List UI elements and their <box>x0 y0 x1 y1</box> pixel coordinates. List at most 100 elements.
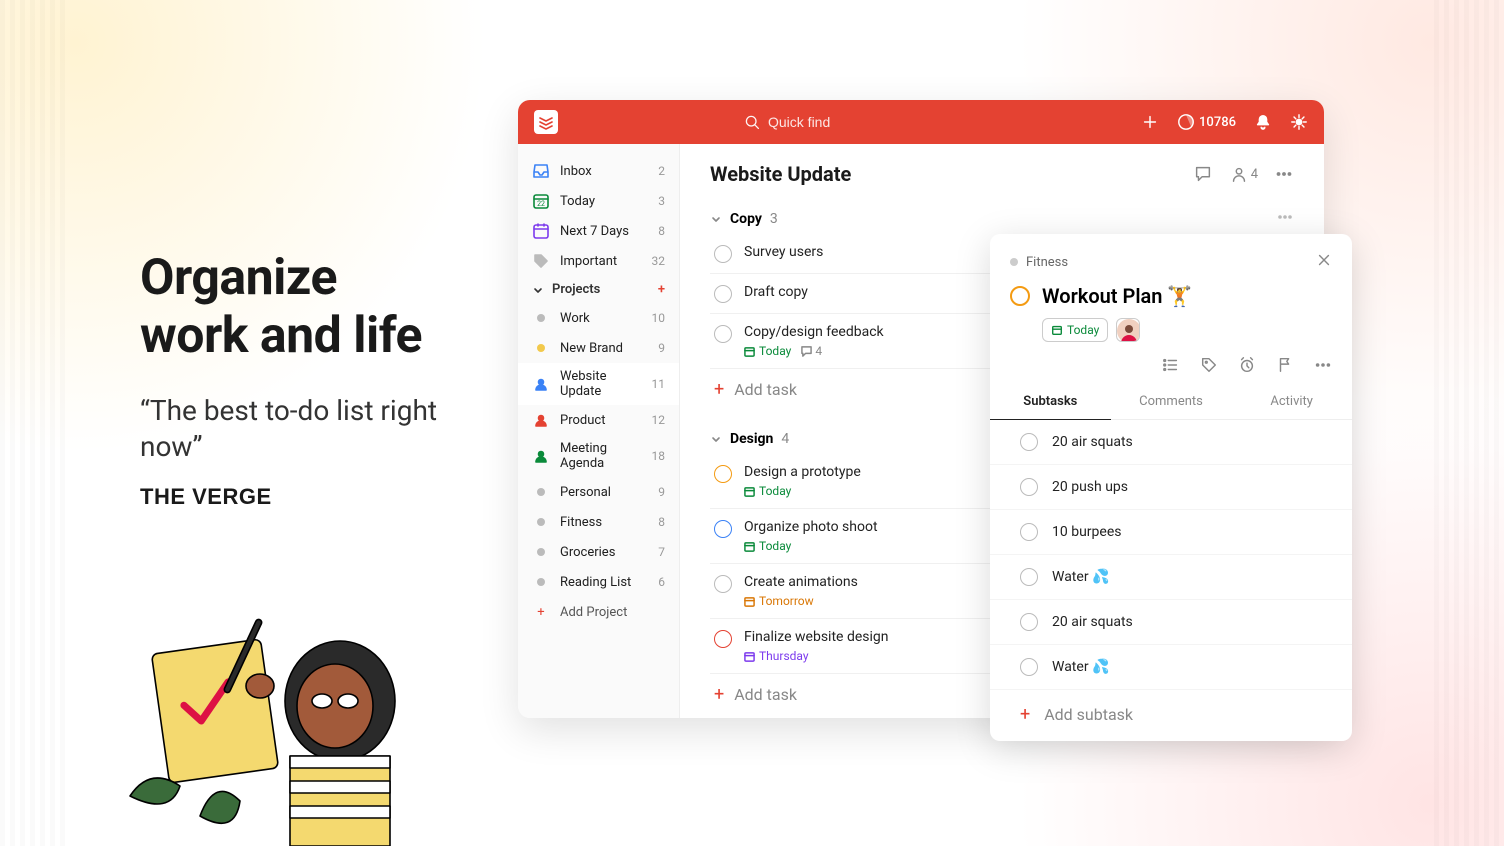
gear-icon[interactable] <box>1290 113 1308 131</box>
task-checkbox[interactable] <box>1010 286 1030 306</box>
task-checkbox[interactable] <box>714 245 732 263</box>
task-checkbox[interactable] <box>714 325 732 343</box>
subtask-checkbox[interactable] <box>1020 613 1038 631</box>
sidebar-project[interactable]: Meeting Agenda18 <box>518 435 679 477</box>
label-icon[interactable] <box>1200 356 1218 374</box>
tag-icon <box>532 252 550 270</box>
more-icon[interactable] <box>1314 356 1332 374</box>
card-title[interactable]: Workout Plan 🏋️ <box>1042 284 1192 308</box>
chevron-down-icon <box>532 284 544 296</box>
sidebar: Inbox222Today3Next 7 Days8Important32Pro… <box>518 144 680 718</box>
share-button[interactable]: 4 <box>1229 164 1258 184</box>
person-icon <box>534 449 548 463</box>
search-icon <box>744 114 760 130</box>
calendar-icon <box>1051 324 1063 336</box>
sidebar-item-next7[interactable]: Next 7 Days8 <box>518 216 679 246</box>
hero-title: Organizework and life <box>140 250 500 365</box>
hero-source: THE VERGE <box>140 484 500 510</box>
add-project-button[interactable]: +Add Project <box>518 597 679 627</box>
task-checkbox[interactable] <box>714 285 732 303</box>
comment-count: 4 <box>801 344 822 358</box>
add-subtask-button[interactable]: + Add subtask <box>990 690 1352 741</box>
due-date-tag[interactable]: Today <box>1042 318 1108 342</box>
search[interactable] <box>744 114 928 130</box>
more-icon[interactable] <box>1274 164 1294 184</box>
due-date: Tomorrow <box>744 594 814 608</box>
app-logo[interactable] <box>534 110 558 134</box>
task-checkbox[interactable] <box>714 520 732 538</box>
due-date: Today <box>744 344 791 358</box>
project-dot-icon <box>537 578 545 586</box>
due-date: Today <box>744 539 791 553</box>
bell-icon[interactable] <box>1254 113 1272 131</box>
sidebar-project[interactable]: Work10 <box>518 303 679 333</box>
list-icon[interactable] <box>1162 356 1180 374</box>
task-checkbox[interactable] <box>714 630 732 648</box>
close-icon[interactable] <box>1316 252 1332 272</box>
subtask-row[interactable]: 20 air squats <box>990 600 1352 645</box>
sidebar-item-today[interactable]: 22Today3 <box>518 186 679 216</box>
section-header[interactable]: Copy3 <box>710 204 1294 234</box>
sidebar-project[interactable]: New Brand9 <box>518 333 679 363</box>
tab-subtasks[interactable]: Subtasks <box>990 384 1111 420</box>
project-dot-icon <box>537 548 545 556</box>
more-icon[interactable] <box>1276 208 1294 230</box>
projects-header[interactable]: Projects+ <box>518 276 679 303</box>
add-project-icon[interactable]: + <box>658 282 665 297</box>
reminder-icon[interactable] <box>1238 356 1256 374</box>
subtask-checkbox[interactable] <box>1020 523 1038 541</box>
project-dot-icon <box>537 314 545 322</box>
due-date: Thursday <box>744 649 809 663</box>
sidebar-project[interactable]: Personal9 <box>518 477 679 507</box>
assignee-avatar[interactable] <box>1116 318 1140 342</box>
topbar: 10786 <box>518 100 1324 144</box>
chevron-down-icon <box>710 213 722 225</box>
flag-icon[interactable] <box>1276 356 1294 374</box>
sidebar-project[interactable]: Website Update11 <box>518 363 679 405</box>
project-dot-icon <box>537 518 545 526</box>
subtask-row[interactable]: Water 💦 <box>990 645 1352 690</box>
plus-icon: + <box>714 684 724 705</box>
karma-icon <box>1177 113 1195 131</box>
subtask-row[interactable]: Water 💦 <box>990 555 1352 600</box>
sidebar-project[interactable]: Fitness8 <box>518 507 679 537</box>
search-input[interactable] <box>768 114 928 130</box>
chevron-down-icon <box>710 433 722 445</box>
today-icon: 22 <box>532 192 550 210</box>
task-detail-card: Fitness Workout Plan 🏋️ Today SubtasksCo… <box>990 234 1352 741</box>
calendar-icon <box>532 222 550 240</box>
person-icon <box>534 377 548 391</box>
person-icon <box>1229 164 1249 184</box>
hero-illustration <box>90 586 470 846</box>
subtask-row[interactable]: 20 air squats <box>990 420 1352 465</box>
tab-comments[interactable]: Comments <box>1111 384 1232 419</box>
subtask-checkbox[interactable] <box>1020 478 1038 496</box>
sidebar-project[interactable]: Groceries7 <box>518 537 679 567</box>
subtask-checkbox[interactable] <box>1020 568 1038 586</box>
plus-icon: + <box>1020 704 1030 725</box>
project-dot-icon <box>537 344 545 352</box>
subtask-checkbox[interactable] <box>1020 433 1038 451</box>
page-title: Website Update <box>710 162 851 186</box>
project-dot-icon <box>537 488 545 496</box>
subtask-row[interactable]: 20 push ups <box>990 465 1352 510</box>
plus-icon: + <box>532 603 550 621</box>
sidebar-project[interactable]: Product12 <box>518 405 679 435</box>
card-project[interactable]: Fitness <box>1026 255 1068 270</box>
person-icon <box>534 413 548 427</box>
add-icon[interactable] <box>1141 113 1159 131</box>
due-date: Today <box>744 484 791 498</box>
karma-counter[interactable]: 10786 <box>1177 113 1236 131</box>
sidebar-project[interactable]: Reading List6 <box>518 567 679 597</box>
svg-text:22: 22 <box>537 200 545 208</box>
task-checkbox[interactable] <box>714 575 732 593</box>
comments-icon[interactable] <box>1193 164 1213 184</box>
sidebar-item-inbox[interactable]: Inbox2 <box>518 156 679 186</box>
tab-activity[interactable]: Activity <box>1231 384 1352 419</box>
inbox-icon <box>532 162 550 180</box>
sidebar-item-important[interactable]: Important32 <box>518 246 679 276</box>
plus-icon: + <box>714 379 724 400</box>
task-checkbox[interactable] <box>714 465 732 483</box>
subtask-row[interactable]: 10 burpees <box>990 510 1352 555</box>
subtask-checkbox[interactable] <box>1020 658 1038 676</box>
